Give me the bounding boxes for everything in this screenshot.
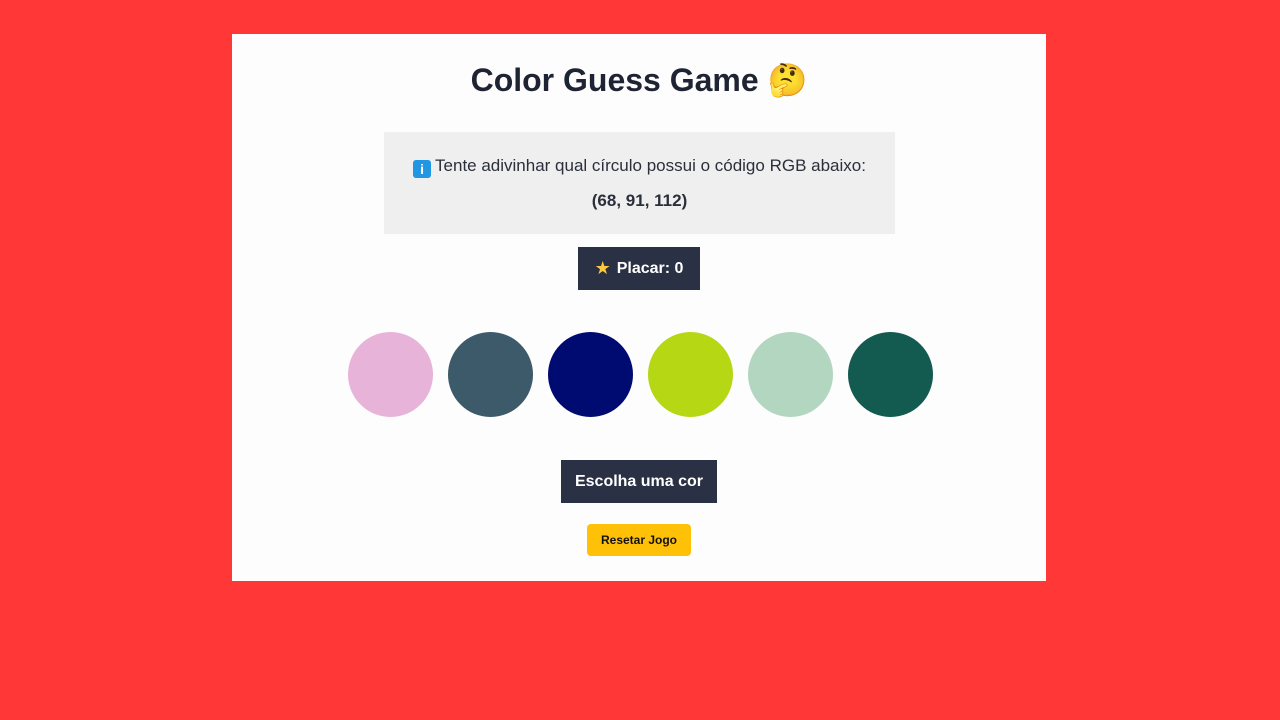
instruction-text: Tente adivinhar qual círculo possui o có… bbox=[435, 156, 866, 175]
color-circle-2[interactable] bbox=[448, 332, 533, 417]
star-icon: ★ bbox=[594, 258, 611, 278]
instruction-box: i Tente adivinhar qual círculo possui o c… bbox=[384, 132, 895, 234]
rgb-code: (68, 91, 112) bbox=[591, 191, 688, 210]
info-icon: i bbox=[413, 160, 432, 178]
page-title: Color Guess Game 🤔 bbox=[470, 62, 808, 98]
instruction-line: i Tente adivinhar qual círculo possui o c… bbox=[384, 156, 895, 178]
score-label: Placar: 0 bbox=[616, 259, 684, 277]
color-circle-1[interactable] bbox=[348, 332, 433, 417]
score-badge: ★ Placar: 0 bbox=[578, 247, 700, 290]
status-message: Escolha uma cor bbox=[561, 460, 717, 503]
color-circle-3[interactable] bbox=[548, 332, 633, 417]
color-circles bbox=[348, 332, 933, 417]
color-circle-5[interactable] bbox=[748, 332, 833, 417]
reset-button[interactable]: Resetar Jogo bbox=[587, 524, 691, 556]
game-card: Color Guess Game 🤔 i Tente adivinhar qual… bbox=[232, 34, 1046, 581]
color-circle-4[interactable] bbox=[648, 332, 733, 417]
color-circle-6[interactable] bbox=[848, 332, 933, 417]
